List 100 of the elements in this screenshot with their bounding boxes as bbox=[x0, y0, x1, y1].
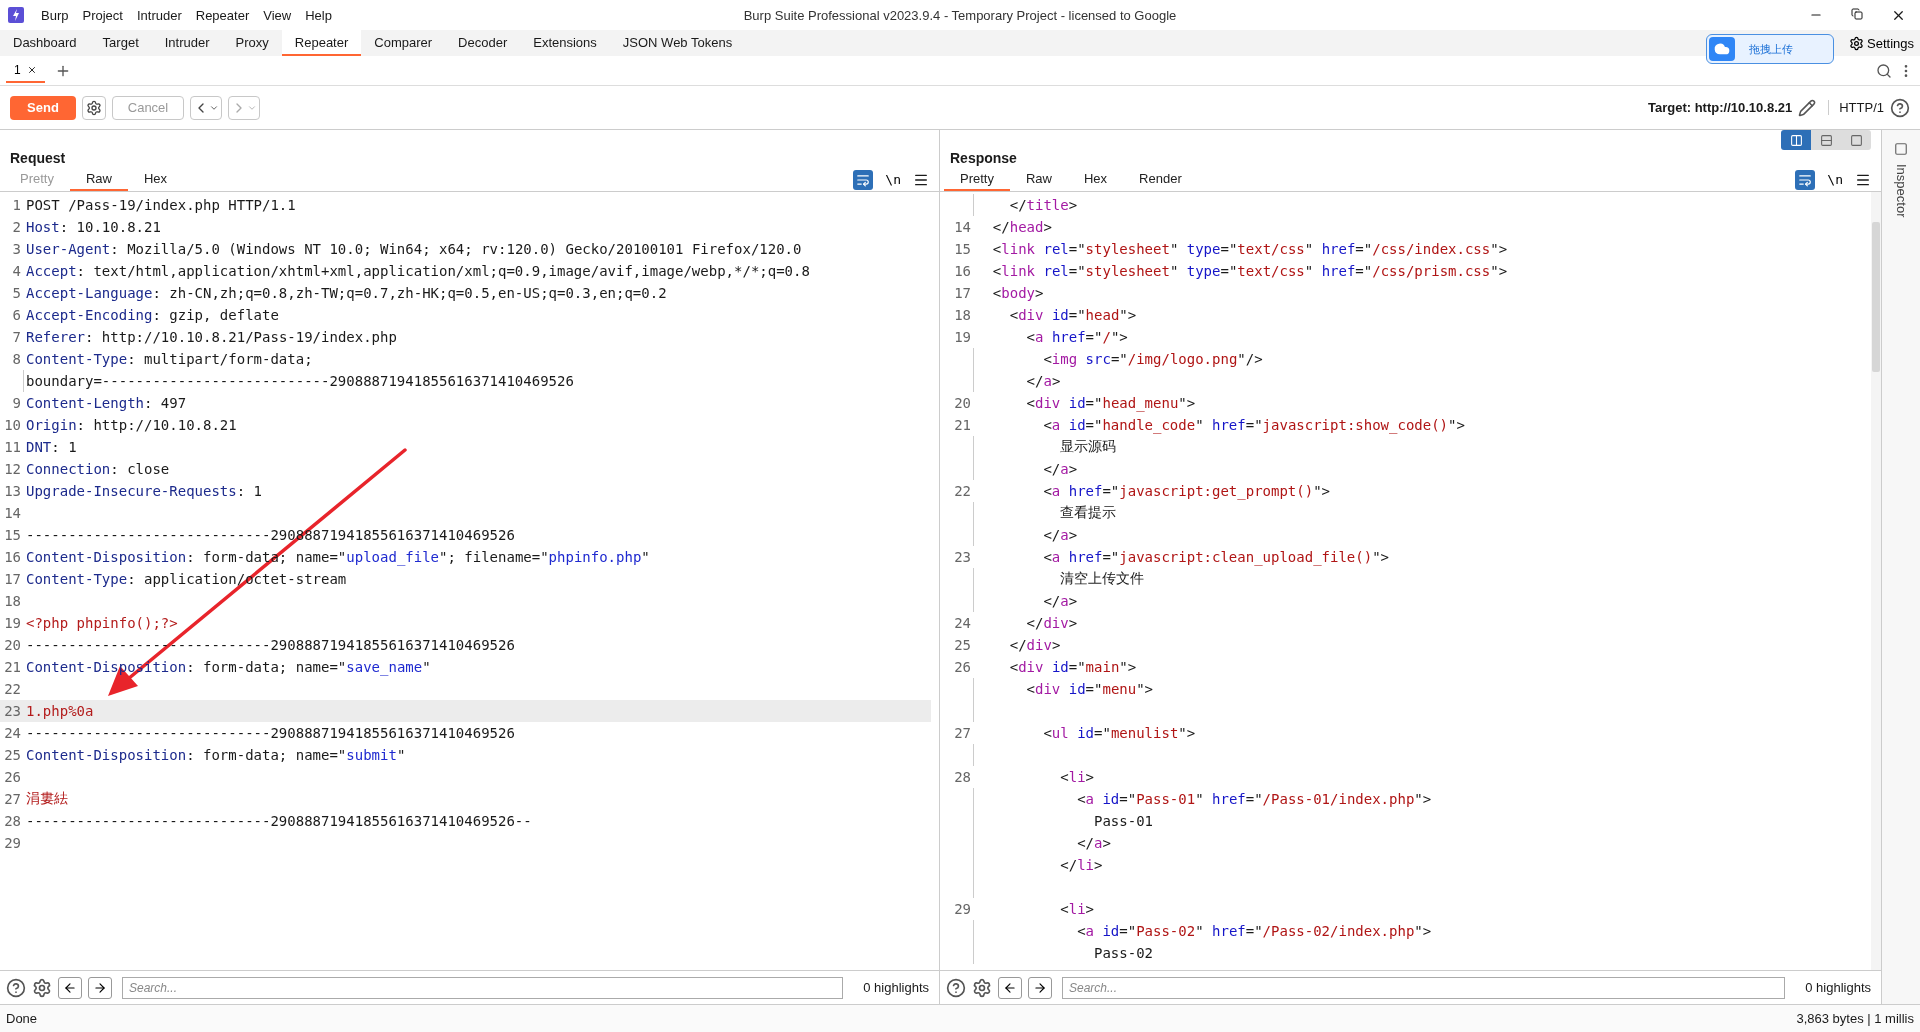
search-field[interactable]: Search... bbox=[122, 976, 844, 999]
search-icon[interactable] bbox=[1876, 62, 1892, 79]
close-icon[interactable] bbox=[26, 64, 37, 75]
code-line: <a id="handle_code" href="javascript:show_code()"> bbox=[1042, 417, 1465, 433]
pane-title: Request bbox=[10, 150, 66, 166]
code-line: </title> bbox=[1008, 197, 1078, 213]
main-tab[interactable]: Decoder bbox=[445, 30, 521, 56]
code-line: Pass-01 bbox=[1093, 813, 1153, 829]
layout-icon bbox=[1819, 133, 1833, 147]
layout-toggle[interactable] bbox=[1841, 130, 1871, 150]
line-number: 7 bbox=[11, 329, 22, 345]
next-button[interactable] bbox=[88, 976, 112, 999]
code-line: <?php phpinfo();?> bbox=[25, 615, 178, 631]
line-number: 22 bbox=[3, 681, 22, 697]
code-line: -----------------------------29088871941855616371410469526 bbox=[25, 725, 515, 741]
help-icon[interactable] bbox=[946, 977, 966, 998]
code-line: </a> bbox=[1042, 527, 1078, 543]
line-number: 28 bbox=[3, 813, 22, 829]
main-tab[interactable]: Extensions bbox=[520, 30, 610, 56]
newline-toggle[interactable]: \n bbox=[885, 172, 901, 187]
view-tab[interactable]: Hex bbox=[128, 168, 184, 191]
help-icon[interactable] bbox=[6, 977, 26, 998]
line-number: 10 bbox=[3, 417, 22, 433]
code-line: Host: 10.10.8.21 bbox=[25, 219, 161, 235]
newline-toggle[interactable]: \n bbox=[1827, 172, 1843, 187]
line-number: 19 bbox=[3, 615, 22, 631]
main-tab[interactable]: Target bbox=[89, 30, 152, 56]
main-tab[interactable]: JSON Web Tokens bbox=[609, 30, 746, 56]
main-tab[interactable]: Comparer bbox=[361, 30, 446, 56]
next-button[interactable] bbox=[1028, 976, 1052, 999]
line-number: 17 bbox=[3, 571, 22, 587]
code-line: </head> bbox=[991, 219, 1052, 235]
view-tab[interactable]: Raw bbox=[1009, 168, 1068, 191]
view-tab[interactable]: Render bbox=[1123, 168, 1198, 191]
inspector-icon[interactable] bbox=[1894, 142, 1908, 156]
search-field[interactable]: Search... bbox=[1062, 976, 1786, 999]
code-line: Referer: http://10.10.8.21/Pass-19/index.php bbox=[25, 329, 397, 345]
view-tab[interactable]: Raw bbox=[69, 168, 128, 191]
line-number: 14 bbox=[953, 219, 972, 235]
code-line: <a href="javascript:clean_upload_file()"> bbox=[1042, 549, 1390, 565]
help-icon[interactable] bbox=[1890, 97, 1910, 118]
code-line: 涓婁紶 bbox=[25, 790, 68, 808]
view-tab[interactable]: Pretty bbox=[944, 168, 1010, 191]
settings-button[interactable] bbox=[82, 95, 106, 120]
settings-button[interactable]: Settings bbox=[1849, 35, 1914, 51]
line-number: 15 bbox=[3, 527, 22, 543]
protocol-label[interactable]: HTTP/1 bbox=[1828, 100, 1884, 115]
response-stats: 3,863 bytes | 1 millis bbox=[1796, 1011, 1914, 1026]
settings-icon[interactable] bbox=[972, 977, 992, 998]
edit-icon[interactable] bbox=[1798, 98, 1817, 117]
line-number: 2 bbox=[11, 219, 22, 235]
main-tab[interactable]: Intruder bbox=[151, 30, 223, 56]
settings-icon bbox=[1849, 35, 1864, 51]
line-number: 21 bbox=[3, 659, 22, 675]
menu-item[interactable]: View bbox=[256, 7, 299, 23]
line-number: 26 bbox=[3, 769, 22, 785]
app-logo bbox=[8, 7, 24, 23]
line-number: 20 bbox=[3, 637, 22, 653]
menu-item[interactable]: Help bbox=[298, 7, 339, 23]
code-line: Origin: http://10.10.8.21 bbox=[25, 417, 237, 433]
restore-icon[interactable] bbox=[1851, 7, 1863, 20]
pane-title: Response bbox=[950, 150, 1017, 166]
code-line: <a href="javascript:get_prompt()"> bbox=[1042, 483, 1331, 499]
code-line: <img src="/img/logo.png"/> bbox=[1042, 351, 1263, 367]
layout-toggle[interactable] bbox=[1781, 130, 1811, 150]
inspector-tab[interactable]: Inspector bbox=[1893, 164, 1909, 218]
menu-item[interactable]: Burp bbox=[34, 7, 76, 23]
line-number: 21 bbox=[953, 417, 972, 433]
main-tab[interactable]: Repeater bbox=[281, 30, 362, 56]
scrollbar[interactable] bbox=[1871, 192, 1881, 970]
code-line: <div id="main"> bbox=[1008, 659, 1137, 675]
main-tab[interactable]: Dashboard bbox=[0, 30, 90, 56]
code-line: </div> bbox=[1025, 615, 1078, 631]
main-tab[interactable]: Proxy bbox=[222, 30, 282, 56]
upload-widget[interactable]: 拖拽上传 bbox=[1706, 34, 1834, 64]
view-tab[interactable]: Hex bbox=[1068, 168, 1124, 191]
line-number: 27 bbox=[953, 725, 972, 741]
wrap-icon[interactable] bbox=[1795, 169, 1816, 190]
layout-toggle[interactable] bbox=[1811, 130, 1841, 150]
layout-icon bbox=[1849, 133, 1863, 147]
line-number: 29 bbox=[953, 901, 972, 917]
menu-item[interactable]: Intruder bbox=[129, 7, 189, 23]
line-number: 22 bbox=[953, 483, 972, 499]
wrap-icon[interactable] bbox=[853, 169, 874, 190]
line-number: 9 bbox=[11, 395, 22, 411]
menu-item[interactable]: Repeater bbox=[188, 7, 257, 23]
line-number: 24 bbox=[953, 615, 972, 631]
highlight-count: 0 highlights bbox=[1805, 980, 1871, 995]
menu-item[interactable]: Project bbox=[75, 7, 130, 23]
code-line: 显示源码 bbox=[1059, 438, 1117, 456]
line-number: 6 bbox=[11, 307, 22, 323]
settings-icon[interactable] bbox=[32, 977, 52, 998]
previous-button[interactable] bbox=[998, 976, 1022, 999]
status-text: Done bbox=[6, 1011, 38, 1026]
code-line: <link rel="stylesheet" type="text/css" href="/css/prism.css"> bbox=[991, 263, 1508, 279]
code-line: <link rel="stylesheet" type="text/css" href="/css/index.css"> bbox=[991, 241, 1508, 257]
previous-button[interactable] bbox=[58, 976, 82, 999]
code-line: <div id="head_menu"> bbox=[1025, 395, 1196, 411]
code-line: <div id="menu"> bbox=[1025, 681, 1154, 697]
code-line: <a id="Pass-01" href="/Pass-01/index.php"> bbox=[1076, 791, 1432, 807]
